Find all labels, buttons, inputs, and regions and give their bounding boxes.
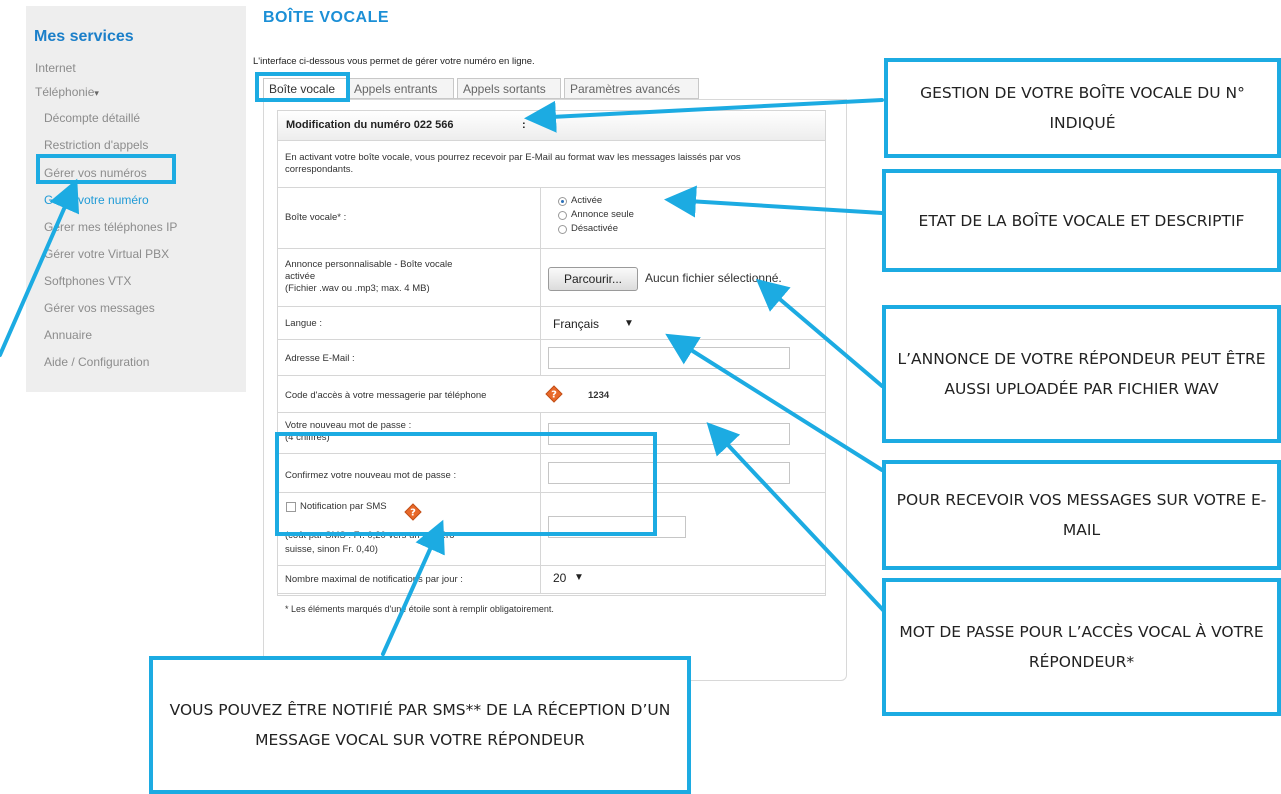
callout-mot-de-passe: MOT DE PASSE POUR L’ACCÈS VOCAL À VOTRE … xyxy=(882,578,1281,716)
callout-annonce: L’ANNONCE DE VOTRE RÉPONDEUR PEUT ÊTRE A… xyxy=(882,305,1281,443)
callout-sms: VOUS POUVEZ ÊTRE NOTIFIÉ PAR SMS** DE LA… xyxy=(149,656,691,794)
callout-email: POUR RECEVOIR VOS MESSAGES SUR VOTRE E-M… xyxy=(882,460,1281,570)
callout-gestion: GESTION DE VOTRE BOÎTE VOCALE DU N° INDI… xyxy=(884,58,1281,158)
callout-etat: ETAT DE LA BOÎTE VOCALE ET DESCRIPTIF xyxy=(882,169,1281,272)
